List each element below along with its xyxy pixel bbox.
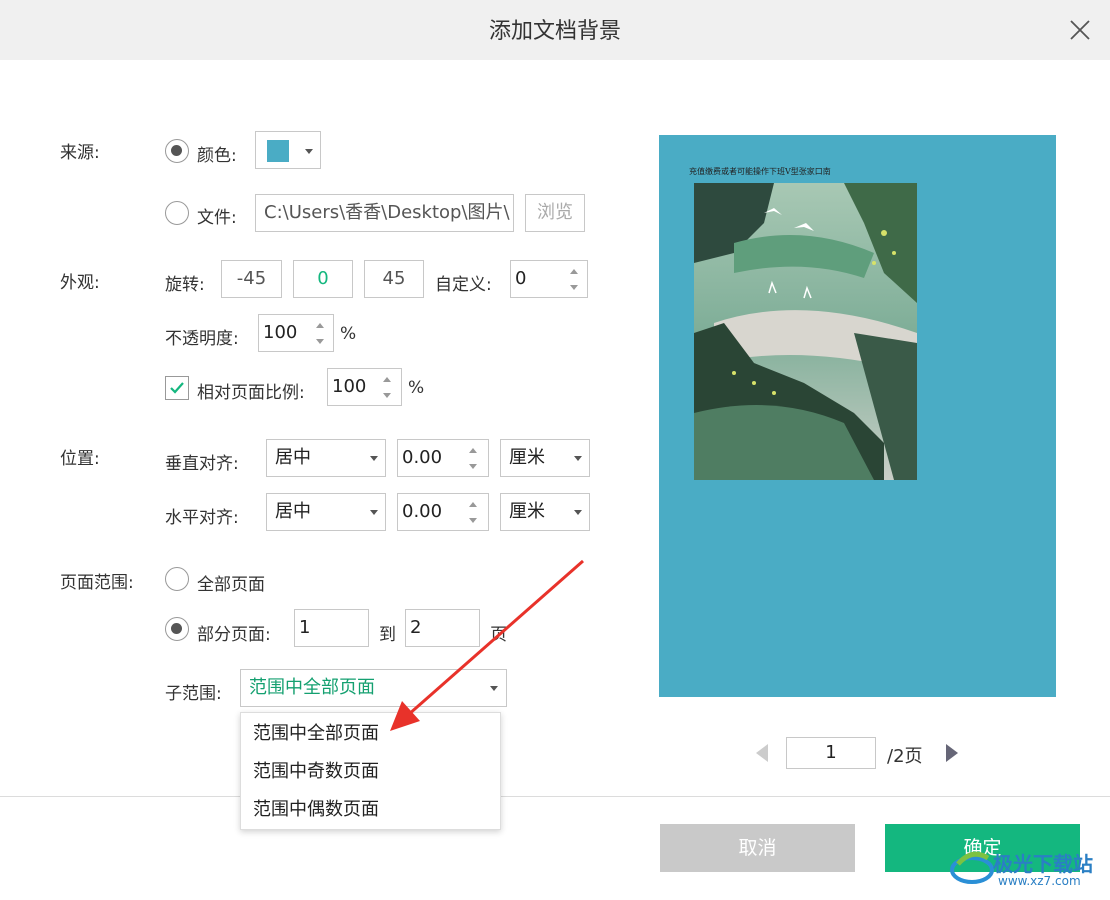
color-radio[interactable]	[165, 139, 189, 163]
chevron-down-icon	[305, 149, 313, 154]
vertical-offset-input[interactable]: 0.00	[397, 439, 489, 477]
checkmark-icon	[170, 382, 184, 394]
spin-up-icon[interactable]	[469, 448, 477, 453]
color-picker[interactable]	[255, 131, 321, 169]
preview-page: 充值缴费或者可能操作下班V型张家口南	[659, 135, 1056, 697]
opacity-value: 100	[263, 322, 298, 343]
next-page-icon[interactable]	[946, 744, 958, 762]
dialog-title: 添加文档背景	[488, 19, 621, 44]
spin-down-icon[interactable]	[316, 339, 324, 344]
vertical-align-label: 垂直对齐:	[165, 454, 239, 474]
page-range-label: 页面范围:	[60, 573, 134, 593]
vertical-align-value: 居中	[275, 447, 311, 468]
preview-page-input[interactable]: 1	[786, 737, 876, 769]
chevron-down-icon	[370, 510, 378, 515]
preview-header-text: 充值缴费或者可能操作下班V型张家口南	[689, 167, 831, 176]
relative-scale-input[interactable]: 100	[327, 368, 402, 406]
file-radio[interactable]	[165, 201, 189, 225]
horizontal-align-select[interactable]: 居中	[266, 493, 386, 531]
horizontal-offset-value: 0.00	[402, 501, 443, 522]
vertical-unit-value: 厘米	[509, 447, 545, 468]
rotate-0-button[interactable]: 0	[293, 260, 353, 298]
all-pages-label: 全部页面	[197, 575, 265, 595]
spin-up-icon[interactable]	[316, 323, 324, 328]
browse-button[interactable]: 浏览	[525, 194, 585, 232]
custom-rotate-value: 0	[515, 268, 527, 289]
partial-pages-label: 部分页面:	[197, 625, 271, 645]
footer-divider	[0, 796, 1110, 797]
relative-scale-checkbox[interactable]	[165, 376, 189, 400]
preview-page-total: /2页	[887, 746, 923, 767]
opacity-percent: %	[340, 324, 357, 344]
spin-up-icon[interactable]	[570, 269, 578, 274]
opacity-input[interactable]: 100	[258, 314, 334, 352]
opacity-label: 不透明度:	[165, 329, 239, 349]
source-label: 来源:	[60, 143, 100, 163]
watermark-url: www.xz7.com	[998, 874, 1081, 888]
rotate-45-button[interactable]: 45	[364, 260, 424, 298]
sub-range-value: 范围中全部页面	[249, 677, 375, 698]
chevron-down-icon	[370, 456, 378, 461]
horizontal-unit-select[interactable]: 厘米	[500, 493, 590, 531]
horizontal-align-value: 居中	[275, 501, 311, 522]
horizontal-unit-value: 厘米	[509, 501, 545, 522]
dropdown-option-even[interactable]: 范围中偶数页面	[241, 791, 500, 829]
cancel-button[interactable]: 取消	[660, 824, 855, 872]
custom-rotate-label: 自定义:	[435, 275, 492, 295]
sub-range-label: 子范围:	[165, 684, 222, 704]
brand-logo-icon	[950, 851, 994, 884]
appearance-label: 外观:	[60, 273, 100, 293]
spin-up-icon[interactable]	[383, 377, 391, 382]
spin-down-icon[interactable]	[469, 518, 477, 523]
spin-down-icon[interactable]	[383, 393, 391, 398]
position-label: 位置:	[60, 449, 100, 469]
rotate-label: 旋转:	[165, 275, 205, 295]
close-icon[interactable]	[1068, 18, 1092, 42]
color-option-label: 颜色:	[197, 146, 237, 166]
rotate-minus45-button[interactable]: -45	[221, 260, 282, 298]
chevron-down-icon	[574, 510, 582, 515]
spin-down-icon[interactable]	[570, 285, 578, 290]
relative-scale-value: 100	[332, 376, 367, 397]
file-path-field[interactable]: C:\Users\香香\Desktop\图片\	[255, 194, 514, 232]
all-pages-radio[interactable]	[165, 567, 189, 591]
watermark-brand: 极光下载站	[993, 852, 1093, 876]
annotation-arrow	[390, 559, 584, 731]
color-swatch	[267, 140, 289, 162]
relative-scale-label: 相对页面比例:	[197, 383, 305, 403]
partial-pages-radio[interactable]	[165, 617, 189, 641]
vertical-offset-value: 0.00	[402, 447, 443, 468]
spin-up-icon[interactable]	[469, 502, 477, 507]
relative-scale-percent: %	[408, 378, 425, 398]
file-option-label: 文件:	[197, 208, 237, 228]
vertical-align-select[interactable]: 居中	[266, 439, 386, 477]
dropdown-option-odd[interactable]: 范围中奇数页面	[241, 753, 500, 791]
chevron-down-icon	[574, 456, 582, 461]
custom-rotate-input[interactable]: 0	[510, 260, 588, 298]
page-from-input[interactable]: 1	[294, 609, 369, 647]
landscape-painting-image	[694, 183, 917, 480]
spin-down-icon[interactable]	[469, 464, 477, 469]
horizontal-align-label: 水平对齐:	[165, 508, 239, 528]
horizontal-offset-input[interactable]: 0.00	[397, 493, 489, 531]
prev-page-icon[interactable]	[756, 744, 768, 762]
vertical-unit-select[interactable]: 厘米	[500, 439, 590, 477]
